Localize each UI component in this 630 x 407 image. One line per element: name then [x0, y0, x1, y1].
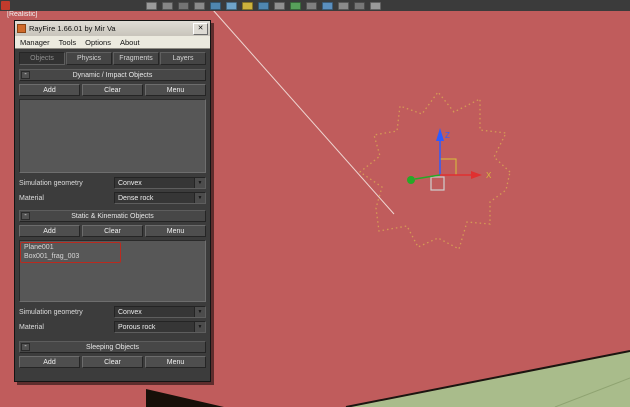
add-button[interactable]: Add — [19, 84, 80, 96]
rectangle-selection-icon[interactable] — [178, 1, 189, 10]
tab-objects[interactable]: Objects — [19, 52, 65, 65]
select-object-icon[interactable] — [146, 1, 157, 10]
window-title: RayFire 1.66.01 by Mir Va — [29, 24, 116, 33]
add-button[interactable]: Add — [19, 356, 80, 368]
select-and-manipulate-icon[interactable] — [290, 1, 301, 10]
menu-button[interactable]: Menu — [145, 84, 206, 96]
clear-button[interactable]: Clear — [82, 84, 143, 96]
select-and-scale-icon[interactable] — [242, 1, 253, 10]
field-label: Material — [19, 194, 44, 202]
plane-edge-line — [212, 9, 395, 215]
static-objects-list[interactable]: Plane001 Box001_frag_003 — [19, 240, 206, 302]
reference-coordinate-system-icon[interactable] — [258, 1, 269, 10]
tab-fragments[interactable]: Fragments — [113, 52, 159, 65]
collapse-button[interactable]: - — [21, 71, 30, 79]
clear-button[interactable]: Clear — [82, 356, 143, 368]
gizmo-center-square[interactable] — [430, 176, 445, 191]
section-header-dynamic-impact[interactable]: - Dynamic / Impact Objects — [19, 69, 206, 81]
editor-icon[interactable] — [1, 1, 10, 10]
mirror-icon[interactable] — [354, 1, 365, 10]
align-icon[interactable] — [370, 1, 381, 10]
chevron-down-icon: ▼ — [194, 322, 205, 332]
field-label: Simulation geometry — [19, 179, 83, 187]
axis-z-arrow[interactable] — [436, 128, 444, 141]
menu-item-manager[interactable]: Manager — [20, 38, 50, 47]
use-pivot-point-icon[interactable] — [274, 1, 285, 10]
main-toolbar — [0, 0, 630, 11]
select-and-rotate-icon[interactable] — [226, 1, 237, 10]
chevron-down-icon: ▼ — [194, 307, 205, 317]
simulation-geometry-select[interactable]: Convex ▼ — [114, 177, 206, 189]
menu-item-about[interactable]: About — [120, 38, 140, 47]
snap-toggle-icon[interactable] — [306, 1, 317, 10]
transform-gizmo[interactable]: Z X — [407, 128, 492, 191]
sleeping-buttons: Add Clear Menu — [19, 356, 206, 368]
field-label: Simulation geometry — [19, 308, 83, 316]
axis-y-handle[interactable] — [407, 176, 415, 184]
list-item[interactable]: Plane001 — [21, 243, 120, 252]
combo-value: Dense rock — [118, 194, 154, 202]
tab-bar: Objects Physics Fragments Layers — [19, 52, 206, 65]
screenshot-root: Z X [Realistic] RayFire 1.66.01 by Mir V… — [0, 0, 630, 407]
axis-x-label: X — [486, 171, 492, 180]
field-label: Material — [19, 323, 44, 331]
section-title: Sleeping Objects — [86, 343, 139, 351]
select-by-name-icon[interactable] — [162, 1, 173, 10]
gizmo-plane-handle[interactable] — [440, 158, 457, 175]
axis-z-label: Z — [445, 131, 450, 140]
collapse-button[interactable]: - — [21, 212, 30, 220]
percent-snap-icon[interactable] — [338, 1, 349, 10]
add-button[interactable]: Add — [19, 225, 80, 237]
angle-snap-icon[interactable] — [322, 1, 333, 10]
viewport-shading-label[interactable]: [Realistic] — [7, 11, 37, 18]
menu-button[interactable]: Menu — [145, 356, 206, 368]
dynamic-buttons: Add Clear Menu — [19, 84, 206, 96]
toolbar-icon-row — [146, 1, 381, 10]
titlebar[interactable]: RayFire 1.66.01 by Mir Va ✕ — [15, 21, 210, 36]
section-title: Dynamic / Impact Objects — [72, 71, 153, 79]
close-button[interactable]: ✕ — [193, 22, 208, 35]
material-select[interactable]: Dense rock ▼ — [114, 192, 206, 204]
menubar: Manager Tools Options About — [15, 36, 210, 49]
section-header-sleeping[interactable]: - Sleeping Objects — [19, 341, 206, 353]
material-select[interactable]: Porous rock ▼ — [114, 321, 206, 333]
menu-button[interactable]: Menu — [145, 225, 206, 237]
clear-button[interactable]: Clear — [82, 225, 143, 237]
rayfire-window: RayFire 1.66.01 by Mir Va ✕ Manager Tool… — [14, 20, 211, 382]
tab-physics[interactable]: Physics — [66, 52, 112, 65]
collapse-button[interactable]: - — [21, 343, 30, 351]
menu-item-tools[interactable]: Tools — [59, 38, 77, 47]
dynamic-objects-list[interactable] — [19, 99, 206, 173]
combo-value: Porous rock — [118, 323, 156, 331]
crossing-selection-icon[interactable] — [194, 1, 205, 10]
void-corner — [146, 389, 224, 407]
static-buttons: Add Clear Menu — [19, 225, 206, 237]
chevron-down-icon: ▼ — [194, 193, 205, 203]
menu-item-options[interactable]: Options — [85, 38, 111, 47]
rayfire-app-icon — [17, 24, 26, 33]
simulation-geometry-select[interactable]: Convex ▼ — [114, 306, 206, 318]
chevron-down-icon: ▼ — [194, 178, 205, 188]
list-item[interactable]: Box001_frag_003 — [21, 252, 120, 261]
combo-value: Convex — [118, 179, 142, 187]
section-title: Static & Kinematic Objects — [71, 212, 154, 220]
tab-layers[interactable]: Layers — [160, 52, 206, 65]
axis-x-arrow[interactable] — [471, 171, 482, 179]
close-icon: ✕ — [197, 25, 204, 32]
select-and-move-icon[interactable] — [210, 1, 221, 10]
section-header-static-kinematic[interactable]: - Static & Kinematic Objects — [19, 210, 206, 222]
objects-panel: Objects Physics Fragments Layers - Dynam… — [15, 49, 210, 381]
annotation-highlight: Plane001 Box001_frag_003 — [20, 242, 121, 263]
combo-value: Convex — [118, 308, 142, 316]
